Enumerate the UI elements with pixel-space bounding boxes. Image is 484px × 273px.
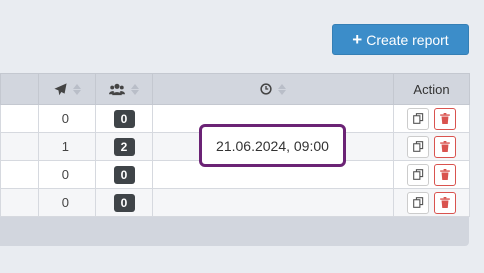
sent-count: 1: [38, 132, 96, 161]
sort-icon: [72, 83, 81, 95]
delete-button[interactable]: [434, 163, 456, 186]
copy-icon: [412, 141, 423, 152]
users-count-badge: 0: [113, 109, 135, 128]
users-cell: 0: [95, 160, 153, 189]
users-count-badge: 2: [113, 137, 135, 156]
create-report-label: Create report: [366, 31, 449, 48]
delete-button[interactable]: [434, 135, 456, 158]
column-header-action: Action: [393, 73, 470, 105]
sort-icon: [278, 83, 286, 95]
trash-icon: [440, 197, 450, 208]
sent-count: 0: [38, 104, 96, 133]
users-cell: 0: [95, 104, 153, 133]
users-icon: [109, 83, 125, 95]
users-cell: 2: [95, 132, 153, 161]
create-report-button[interactable]: + Create report: [332, 24, 469, 55]
users-count-badge: 0: [113, 193, 135, 212]
delete-button[interactable]: [434, 191, 456, 214]
cell-a: [0, 160, 39, 189]
cell-a: [0, 104, 39, 133]
column-header-a: [0, 73, 39, 105]
sent-count: 0: [38, 188, 96, 217]
delete-button[interactable]: [434, 107, 456, 130]
action-cell: [393, 132, 470, 161]
action-cell: [393, 188, 470, 217]
paper-plane-icon: [53, 82, 67, 95]
copy-button[interactable]: [407, 135, 429, 158]
table-row: 00: [0, 188, 470, 217]
sent-count: 0: [38, 160, 96, 189]
time-cell: [152, 188, 394, 217]
date-tooltip: 21.06.2024, 09:00: [199, 124, 346, 167]
trash-icon: [440, 141, 450, 152]
users-cell: 0: [95, 188, 153, 217]
cell-a: [0, 188, 39, 217]
action-cell: [393, 160, 470, 189]
copy-icon: [412, 169, 423, 180]
plus-icon: +: [352, 30, 363, 49]
clock-icon: [260, 83, 272, 95]
copy-icon: [412, 197, 423, 208]
sort-icon: [131, 83, 139, 95]
copy-button[interactable]: [407, 107, 429, 130]
column-header-users[interactable]: [95, 73, 153, 105]
trash-icon: [440, 113, 450, 124]
copy-button[interactable]: [407, 163, 429, 186]
copy-button[interactable]: [407, 191, 429, 214]
cell-a: [0, 132, 39, 161]
column-header-time[interactable]: [152, 73, 394, 105]
action-cell: [393, 104, 470, 133]
table-header-row: Action: [0, 73, 470, 105]
trash-icon: [440, 169, 450, 180]
users-count-badge: 0: [113, 165, 135, 184]
copy-icon: [412, 113, 423, 124]
column-header-sent[interactable]: [38, 73, 96, 105]
